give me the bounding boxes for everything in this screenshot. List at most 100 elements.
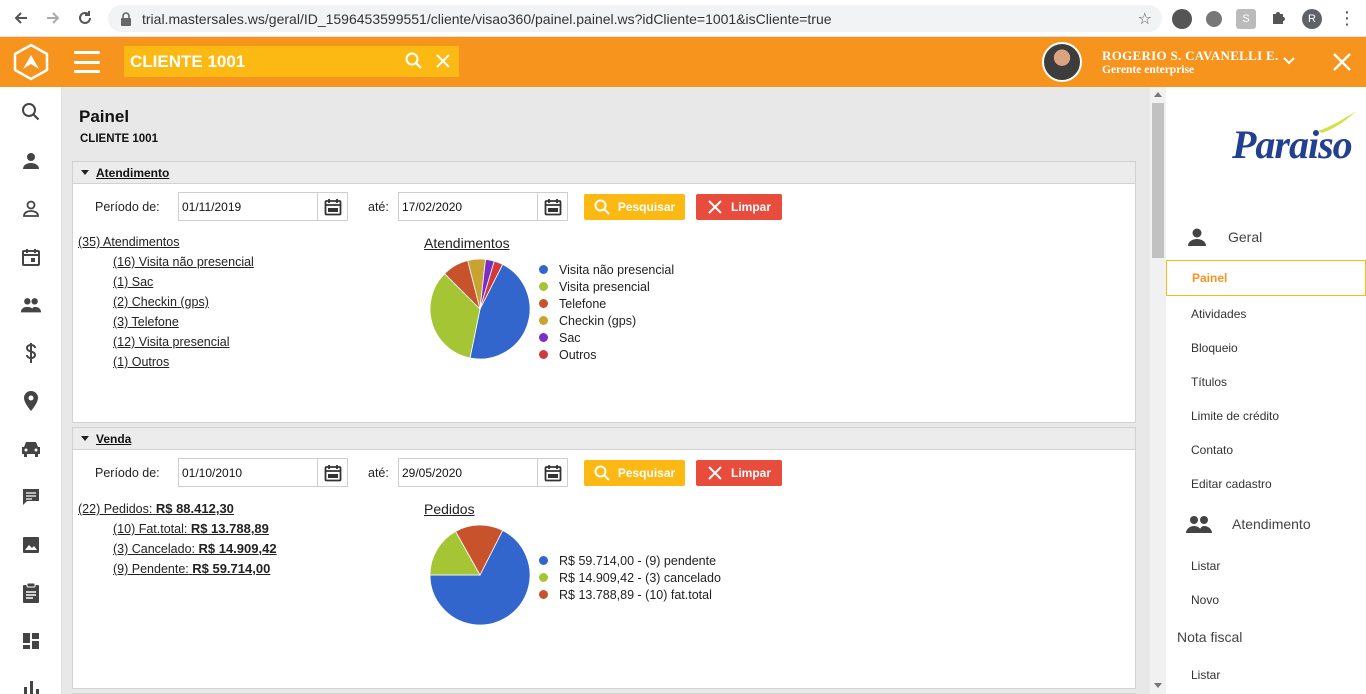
search-icon[interactable] [20, 101, 42, 123]
search-button-label: Pesquisar [617, 466, 676, 480]
date-from-field[interactable]: 01/11/2019 [178, 192, 348, 221]
menu-item-atividades[interactable]: Atividades [1191, 307, 1246, 321]
dashboard-icon[interactable] [20, 630, 42, 652]
period-label: Período de: [95, 200, 160, 214]
menu-group-nota-fiscal[interactable]: Nota fiscal [1177, 629, 1242, 645]
legend-swatch [539, 282, 548, 291]
menu-toggle-icon[interactable] [74, 51, 100, 73]
bookmark-star-icon[interactable]: ☆ [1138, 9, 1152, 29]
menu-item-limite-credito[interactable]: Limite de crédito [1191, 409, 1279, 423]
location-pin-icon[interactable] [20, 390, 42, 412]
scroll-down-arrow-icon[interactable] [1154, 683, 1162, 688]
clear-button[interactable]: Limpar [696, 194, 782, 220]
search-icon[interactable] [405, 52, 423, 73]
menu-item-atendimento-listar[interactable]: Listar [1191, 559, 1220, 573]
extension-icon[interactable] [1172, 8, 1192, 29]
clear-button[interactable]: Limpar [696, 460, 782, 486]
menu-item-nota-fiscal-listar[interactable]: Listar [1191, 668, 1220, 682]
atendimento-item-link[interactable]: (1) Sac [113, 275, 153, 289]
date-from-value[interactable]: 01/10/2010 [179, 466, 317, 480]
app-logo[interactable] [0, 37, 62, 87]
extension-icon[interactable]: S [1236, 8, 1256, 29]
date-to-value[interactable]: 29/05/2020 [399, 466, 537, 480]
search-button[interactable]: Pesquisar [584, 194, 685, 220]
atendimento-item-link[interactable]: (12) Visita presencial [113, 335, 230, 349]
group-icon [1186, 516, 1212, 533]
bar-chart-icon[interactable] [20, 676, 42, 694]
close-icon[interactable] [1332, 52, 1352, 75]
clear-button-label: Limpar [730, 466, 771, 480]
date-to-value[interactable]: 17/02/2020 [399, 200, 537, 214]
person-icon[interactable] [20, 150, 42, 172]
menu-group-geral[interactable]: Geral [1186, 226, 1262, 248]
menu-item-editar-cadastro[interactable]: Editar cadastro [1191, 477, 1272, 491]
atendimento-item-link[interactable]: (2) Checkin (gps) [113, 295, 209, 309]
brand-logo: Paraiso [1232, 122, 1353, 167]
calendar-icon[interactable] [537, 193, 567, 220]
profile-avatar[interactable]: R [1302, 8, 1322, 29]
menu-item-contato[interactable]: Contato [1191, 443, 1233, 457]
menu-item-titulos[interactable]: Títulos [1191, 375, 1227, 389]
close-icon [708, 466, 722, 480]
venda-section-header[interactable]: Venda [73, 428, 1135, 450]
search-button[interactable]: Pesquisar [584, 460, 685, 486]
app-header: ROGERIO S. CAVANELLI E. Gerente enterpri… [0, 37, 1366, 87]
person-outline-icon[interactable] [20, 198, 42, 220]
calendar-icon[interactable] [20, 246, 42, 268]
client-search-input[interactable] [130, 51, 390, 72]
section-title[interactable]: Atendimento [96, 166, 169, 180]
menu-item-bloqueio[interactable]: Bloqueio [1191, 341, 1238, 355]
collapse-caret-icon[interactable] [81, 170, 89, 175]
image-icon[interactable] [20, 534, 42, 556]
scroll-up-arrow-icon[interactable] [1154, 92, 1162, 97]
pedidos-total-prefix: (22) Pedidos: [78, 502, 153, 516]
legend-label: Outros [559, 347, 597, 362]
clear-search-icon[interactable] [435, 53, 451, 72]
search-icon [594, 465, 610, 481]
browser-menu-icon[interactable]: ⋮ [1338, 8, 1356, 29]
period-label: Período de: [95, 466, 160, 480]
collapse-caret-icon[interactable] [81, 436, 89, 441]
puzzle-icon[interactable] [1270, 8, 1288, 29]
date-from-value[interactable]: 01/11/2019 [179, 200, 317, 214]
legend-item: R$ 59.714,00 - (9) pendente [539, 552, 721, 569]
group-icon[interactable] [20, 294, 42, 316]
atendimento-item-link[interactable]: (16) Visita não presencial [113, 255, 254, 269]
clipboard-icon[interactable] [20, 582, 42, 604]
calendar-icon[interactable] [317, 193, 347, 220]
date-from-field[interactable]: 01/10/2010 [178, 458, 348, 487]
dollar-icon[interactable] [20, 342, 42, 364]
chat-icon[interactable] [20, 486, 42, 508]
client-search-field[interactable] [124, 46, 459, 77]
address-bar[interactable]: trial.mastersales.ws/geral/ID_1596453599… [108, 5, 1162, 32]
menu-group-atendimento[interactable]: Atendimento [1186, 514, 1311, 534]
car-icon[interactable] [20, 438, 42, 460]
reload-icon[interactable] [74, 7, 96, 29]
chevron-down-icon[interactable] [1282, 54, 1296, 71]
legend-label: Visita presencial [559, 279, 650, 294]
date-to-field[interactable]: 29/05/2020 [398, 458, 568, 487]
extension-icon[interactable] [1206, 10, 1222, 27]
legend-swatch [539, 265, 548, 274]
calendar-icon[interactable] [537, 459, 567, 486]
venda-item-link[interactable]: (9) Pendente: R$ 59.714,00 [113, 561, 270, 576]
atendimento-item-link[interactable]: (1) Outros [113, 355, 169, 369]
menu-item-painel[interactable]: Painel [1166, 260, 1366, 296]
atendimento-item-link[interactable]: (3) Telefone [113, 315, 179, 329]
forward-icon[interactable] [42, 7, 64, 29]
pedidos-total-link[interactable]: (22) Pedidos: R$ 88.412,30 [78, 501, 234, 516]
user-avatar[interactable] [1042, 42, 1082, 82]
atendimentos-total-link[interactable]: (35) Atendimentos [78, 235, 179, 249]
calendar-icon[interactable] [317, 459, 347, 486]
venda-item-link[interactable]: (10) Fat.total: R$ 13.788,89 [113, 521, 269, 536]
atendimento-section-header[interactable]: Atendimento [73, 162, 1135, 184]
section-title[interactable]: Venda [96, 432, 131, 446]
venda-item-prefix: (10) Fat.total: [113, 522, 188, 536]
scrollbar-thumb[interactable] [1152, 103, 1164, 258]
back-icon[interactable] [10, 7, 32, 29]
venda-item-value: R$ 14.909,42 [198, 541, 277, 556]
venda-item-link[interactable]: (3) Cancelado: R$ 14.909,42 [113, 541, 277, 556]
date-to-field[interactable]: 17/02/2020 [398, 192, 568, 221]
menu-item-atendimento-novo[interactable]: Novo [1191, 593, 1219, 607]
search-button-label: Pesquisar [617, 200, 676, 214]
